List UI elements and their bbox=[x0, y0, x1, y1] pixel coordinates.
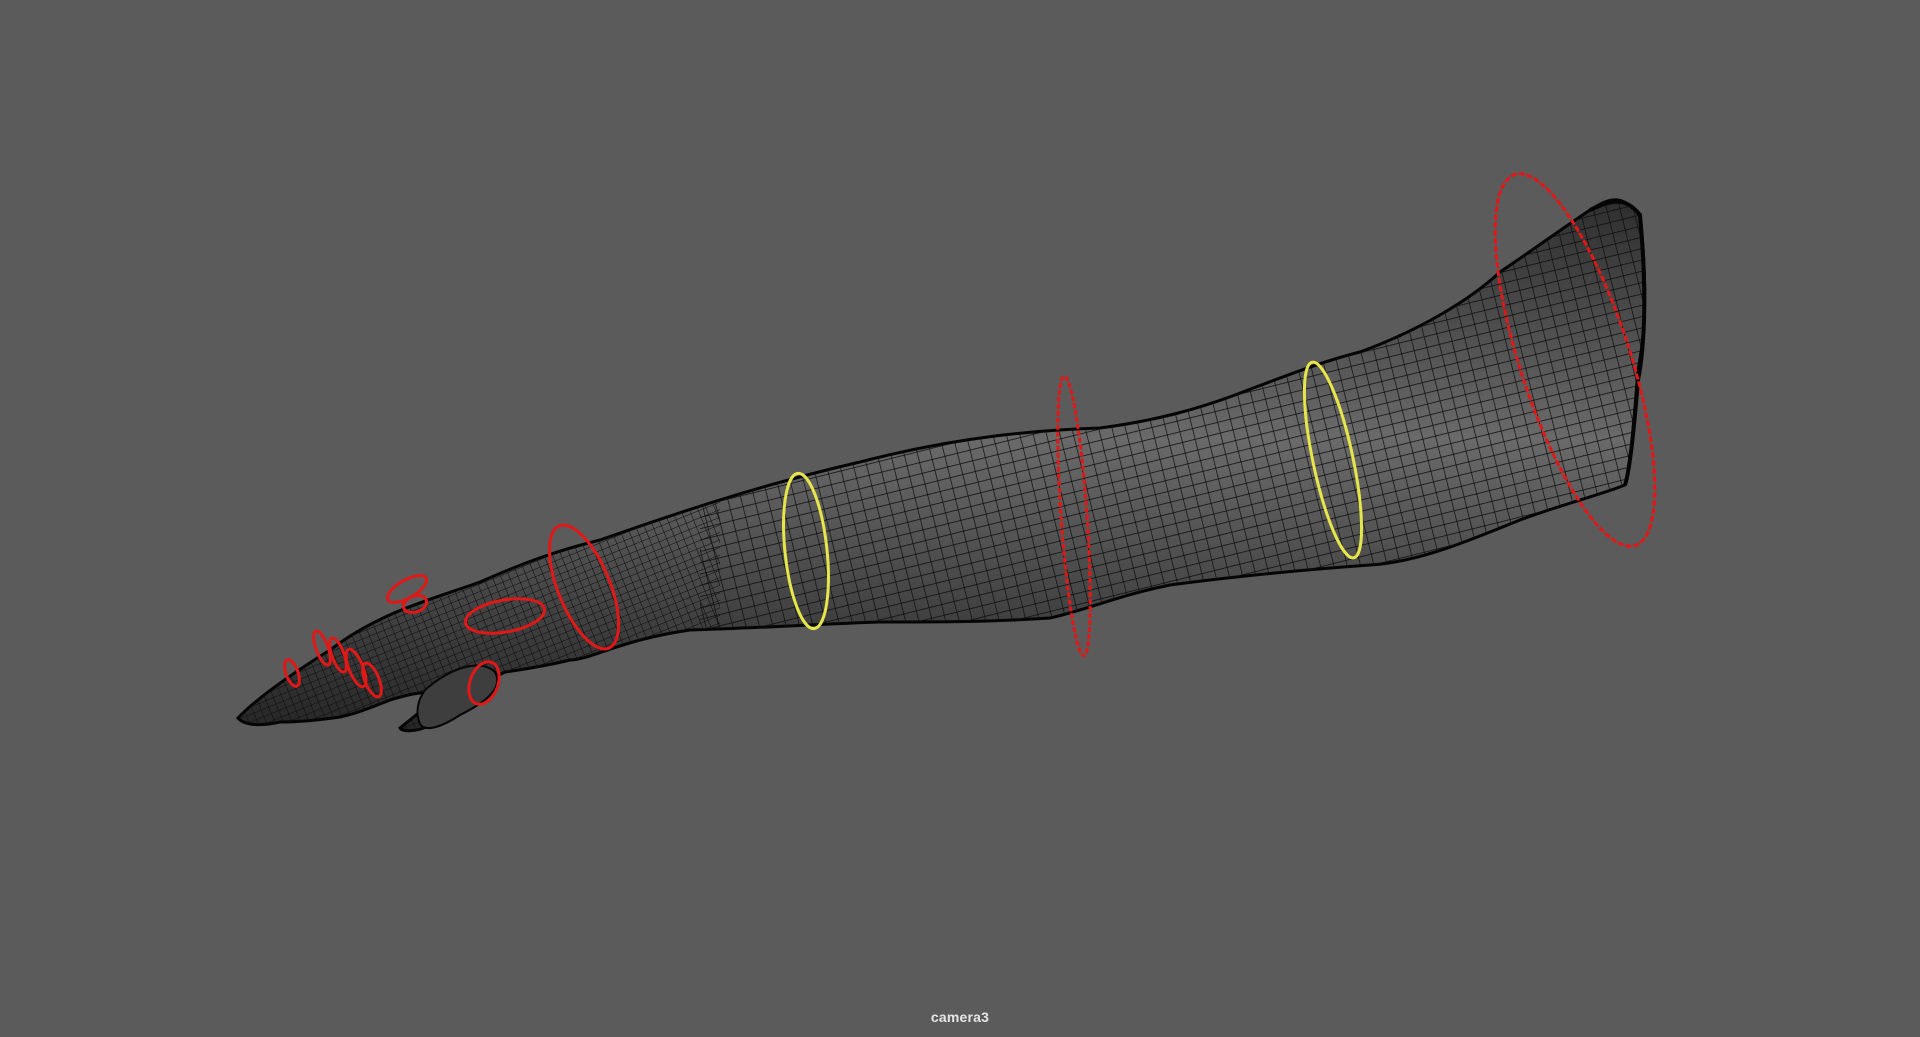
camera-name-label: camera3 bbox=[930, 1009, 990, 1025]
arm-mesh[interactable] bbox=[200, 150, 1700, 760]
scene-view[interactable] bbox=[0, 0, 1920, 1037]
3d-viewport[interactable]: camera3 bbox=[0, 0, 1920, 1037]
